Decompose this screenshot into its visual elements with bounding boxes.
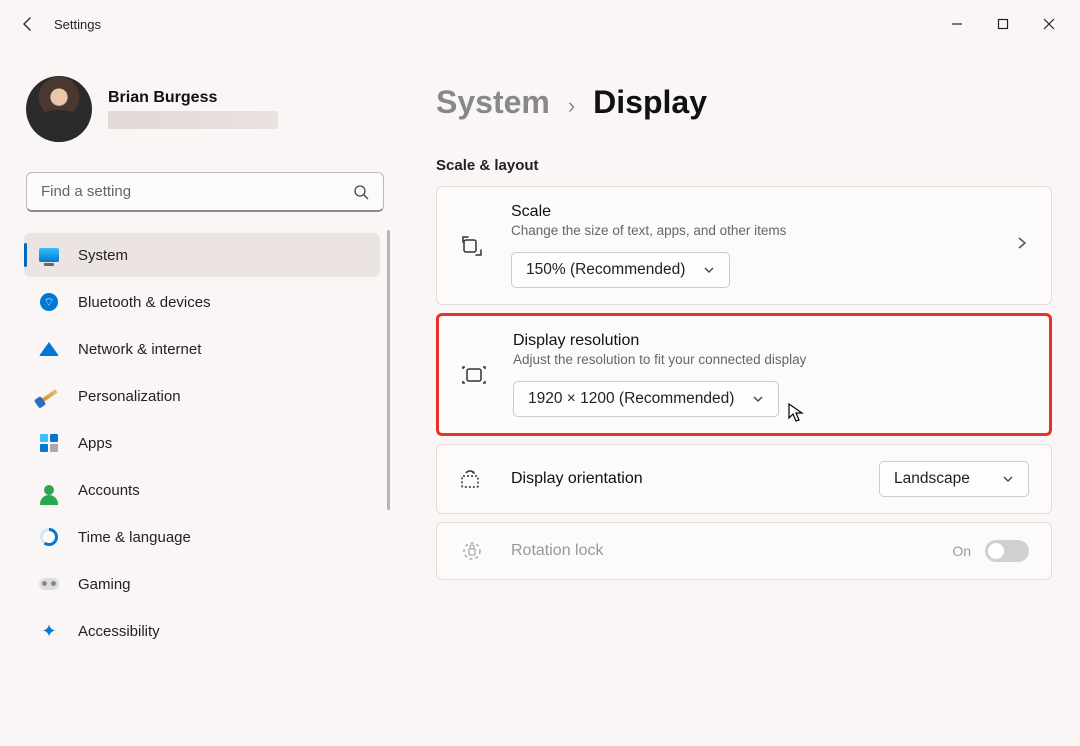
sidebar-item-label: Gaming (78, 576, 131, 593)
monitor-icon (38, 244, 60, 266)
sidebar-item-system[interactable]: System (24, 233, 380, 277)
orientation-dropdown[interactable]: Landscape (879, 461, 1029, 497)
search-input[interactable] (41, 183, 353, 200)
search-box[interactable] (26, 172, 384, 212)
sidebar-item-network-internet[interactable]: Network & internet (24, 327, 380, 371)
sidebar-item-time-language[interactable]: Time & language (24, 515, 380, 559)
sidebar-item-label: Time & language (78, 529, 191, 546)
rotation-lock-state: On (952, 543, 971, 559)
sidebar-item-label: System (78, 247, 128, 264)
rotation-lock-icon (459, 539, 485, 563)
sidebar-item-accessibility[interactable]: ✦ Accessibility (24, 609, 380, 653)
gamepad-icon (38, 573, 60, 595)
rotation-lock-title: Rotation lock (511, 542, 604, 560)
avatar (26, 76, 92, 142)
section-title: Scale & layout (436, 157, 1052, 174)
resolution-value: 1920 × 1200 (Recommended) (528, 390, 734, 408)
minimize-icon (951, 18, 963, 30)
sidebar-item-label: Bluetooth & devices (78, 294, 211, 311)
window-controls (934, 8, 1072, 40)
sidebar-item-accounts[interactable]: Accounts (24, 468, 380, 512)
maximize-icon (997, 18, 1009, 30)
orientation-value: Landscape (894, 470, 970, 488)
sidebar-item-label: Accessibility (78, 623, 160, 640)
breadcrumb-current: Display (593, 84, 707, 121)
arrow-left-icon (20, 16, 36, 32)
accessibility-icon: ✦ (38, 620, 60, 642)
scale-value: 150% (Recommended) (526, 261, 685, 279)
nav-list: System ⌔ Bluetooth & devices Network & i… (20, 230, 390, 656)
app-title: Settings (54, 17, 101, 32)
user-name: Brian Burgess (108, 89, 278, 107)
user-email-redacted (108, 111, 278, 129)
sidebar-item-label: Apps (78, 435, 112, 452)
scale-subtitle: Change the size of text, apps, and other… (511, 223, 989, 238)
rotation-lock-card: Rotation lock On (436, 522, 1052, 580)
minimize-button[interactable] (934, 8, 980, 40)
chevron-down-icon (752, 393, 764, 405)
back-button[interactable] (8, 4, 48, 44)
maximize-button[interactable] (980, 8, 1026, 40)
sidebar-item-gaming[interactable]: Gaming (24, 562, 380, 606)
wifi-icon (38, 338, 60, 360)
orientation-icon (459, 468, 485, 490)
clock-icon (38, 526, 60, 548)
scale-icon (459, 234, 485, 258)
resolution-icon (461, 363, 487, 387)
sidebar: Brian Burgess System ⌔ Bluetooth & devic… (0, 48, 400, 746)
sidebar-item-label: Network & internet (78, 341, 201, 358)
chevron-down-icon (1002, 473, 1014, 485)
resolution-subtitle: Adjust the resolution to fit your connec… (513, 352, 1027, 367)
sidebar-item-personalization[interactable]: Personalization (24, 374, 380, 418)
sidebar-scrollbar[interactable] (387, 230, 390, 510)
brush-icon (38, 385, 60, 407)
user-account-row[interactable]: Brian Burgess (20, 48, 390, 162)
chevron-right-icon (1015, 236, 1029, 255)
scale-title: Scale (511, 203, 989, 221)
chevron-right-icon: › (568, 93, 575, 119)
display-resolution-card[interactable]: Display resolution Adjust the resolution… (436, 313, 1052, 436)
scale-dropdown[interactable]: 150% (Recommended) (511, 252, 730, 288)
sidebar-item-bluetooth-devices[interactable]: ⌔ Bluetooth & devices (24, 280, 380, 324)
rotation-lock-toggle (985, 540, 1029, 562)
user-text: Brian Burgess (108, 89, 278, 129)
close-button[interactable] (1026, 8, 1072, 40)
apps-icon (38, 432, 60, 454)
scale-card[interactable]: Scale Change the size of text, apps, and… (436, 186, 1052, 305)
sidebar-item-apps[interactable]: Apps (24, 421, 380, 465)
sidebar-item-label: Personalization (78, 388, 181, 405)
orientation-title: Display orientation (511, 470, 643, 488)
main-pane: System › Display Scale & layout Scale Ch… (400, 48, 1080, 746)
display-orientation-card[interactable]: Display orientation Landscape (436, 444, 1052, 514)
bluetooth-icon: ⌔ (38, 291, 60, 313)
close-icon (1043, 18, 1055, 30)
account-icon (38, 479, 60, 501)
title-bar: Settings (0, 0, 1080, 48)
search-icon (353, 184, 369, 200)
resolution-title: Display resolution (513, 332, 1027, 350)
resolution-dropdown[interactable]: 1920 × 1200 (Recommended) (513, 381, 779, 417)
breadcrumb: System › Display (436, 84, 1052, 121)
breadcrumb-parent[interactable]: System (436, 84, 550, 121)
sidebar-item-label: Accounts (78, 482, 140, 499)
chevron-down-icon (703, 264, 715, 276)
